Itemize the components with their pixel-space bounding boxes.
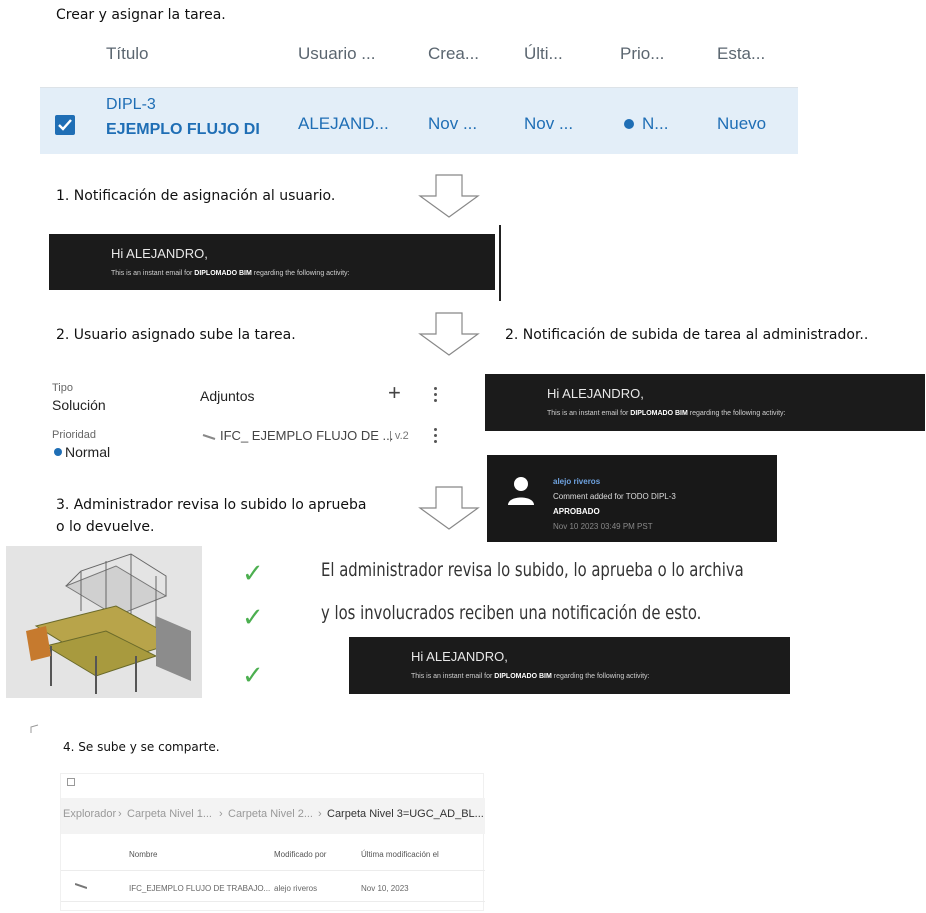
email-body-post: regarding the following activity: xyxy=(687,410,786,417)
attachment-panel: Tipo Solución Prioridad Normal Adjuntos … xyxy=(52,374,442,464)
down-arrow-icon xyxy=(418,486,480,530)
breadcrumb-level2[interactable]: Carpeta Nivel 2... xyxy=(228,808,313,820)
breadcrumb-separator: › xyxy=(118,808,122,820)
file-name[interactable]: IFC_EJEMPLO FLUJO DE TRABAJO... xyxy=(129,884,270,893)
email-notification-assignment: Hi ALEJANDRO, This is an instant email f… xyxy=(49,234,495,290)
email-body: This is an instant email for DIPLOMADO B… xyxy=(547,410,786,417)
divider xyxy=(61,901,485,902)
step4-label: 4. Se sube y se comparte. xyxy=(63,740,220,754)
email-greeting: Hi ALEJANDRO, xyxy=(111,246,208,261)
email-notification-upload: Hi ALEJANDRO, This is an instant email f… xyxy=(485,374,925,431)
add-attachment-button[interactable]: + xyxy=(388,380,401,406)
column-modified-on[interactable]: Última modificación el xyxy=(361,850,439,859)
task-user: ALEJAND... xyxy=(298,114,389,133)
table-row[interactable]: DIPL-3 EJEMPLO FLUJO DI ALEJAND... Nov .… xyxy=(40,88,798,154)
review-line2: y los involucrados reciben una notificac… xyxy=(321,602,702,624)
priority-dot-icon xyxy=(54,448,62,456)
column-priority[interactable]: Prio... xyxy=(620,44,664,64)
column-created[interactable]: Crea... xyxy=(428,44,479,64)
review-line1: El administrador revisa lo subido, lo ap… xyxy=(321,559,744,581)
step3-label-line1: 3. Administrador revisa lo subido lo apr… xyxy=(56,497,367,513)
email-body-pre: This is an instant email for xyxy=(411,673,495,680)
breadcrumb-separator: › xyxy=(219,808,223,820)
email-greeting: Hi ALEJANDRO, xyxy=(411,649,508,664)
down-arrow-icon xyxy=(418,312,480,356)
building-model-icon xyxy=(26,553,191,694)
attachment-file-version: | v.2 xyxy=(389,430,409,442)
priority-dot-icon xyxy=(624,119,634,129)
task-id[interactable]: DIPL-3 xyxy=(106,96,156,114)
column-name[interactable]: Nombre xyxy=(129,850,157,859)
breadcrumb-explorer[interactable]: Explorador xyxy=(63,808,116,820)
email-body-org: DIPLOMADO BIM xyxy=(630,410,688,417)
breadcrumb: Explorador › Carpeta Nivel 1... › Carpet… xyxy=(61,798,485,834)
intro-title: Crear y asignar la tarea. xyxy=(56,7,226,23)
column-status[interactable]: Esta... xyxy=(717,44,765,64)
user-avatar-icon xyxy=(508,477,534,505)
file-options-icon[interactable] xyxy=(434,428,438,446)
row-checkbox[interactable] xyxy=(55,115,75,135)
table-header: Título Usuario ... Crea... Últi... Prio.… xyxy=(40,32,798,88)
model-3d-view xyxy=(6,546,202,698)
email-body: This is an instant email for DIPLOMADO B… xyxy=(411,673,650,680)
task-status: Nuevo xyxy=(717,114,767,133)
email-body-pre: This is an instant email for xyxy=(111,270,195,277)
task-updated: Nov ... xyxy=(524,114,574,133)
step3-label-line2: o lo devuelve. xyxy=(56,519,155,535)
email-notification-review: Hi ALEJANDRO, This is an instant email f… xyxy=(349,637,790,694)
email-body-post: regarding the following activity: xyxy=(251,270,350,277)
breadcrumb-level3[interactable]: Carpeta Nivel 3=UGC_AD_BL... xyxy=(327,808,484,820)
file-modified-on: Nov 10, 2023 xyxy=(361,884,409,893)
column-user[interactable]: Usuario ... xyxy=(298,44,375,64)
email-body-pre: This is an instant email for xyxy=(547,410,631,417)
comment-text: Comment added for TODO DIPL-3 xyxy=(553,492,676,501)
email-greeting: Hi ALEJANDRO, xyxy=(547,386,644,401)
table-row[interactable] xyxy=(61,871,485,901)
priority-value: Normal xyxy=(65,444,111,460)
column-modified-by[interactable]: Modificado por xyxy=(274,850,326,859)
more-options-icon[interactable] xyxy=(434,387,438,405)
divider xyxy=(499,225,501,301)
attachment-file-name[interactable]: IFC_ EJEMPLO FLUJO DE ... xyxy=(220,428,393,443)
task-priority: N... xyxy=(642,114,669,133)
type-value: Solución xyxy=(52,397,106,413)
column-title[interactable]: Título xyxy=(106,44,149,64)
email-body-org: DIPLOMADO BIM xyxy=(194,270,252,277)
breadcrumb-level1[interactable]: Carpeta Nivel 1... xyxy=(127,808,212,820)
comment-card: alejo riveros Comment added for TODO DIP… xyxy=(487,455,777,542)
step2-admin-label: 2. Notificación de subida de tarea al ad… xyxy=(505,327,869,343)
down-arrow-icon xyxy=(418,174,480,218)
attachments-title: Adjuntos xyxy=(200,388,255,404)
breadcrumb-separator: › xyxy=(318,808,322,820)
file-modified-by: alejo riveros xyxy=(274,884,318,893)
check-icon: ✓ xyxy=(242,660,264,690)
column-updated[interactable]: Últi... xyxy=(524,44,563,64)
step2-user-label: 2. Usuario asignado sube la tarea. xyxy=(56,327,296,343)
select-all-checkbox[interactable] xyxy=(67,778,75,786)
comment-date: Nov 10 2023 03:49 PM PST xyxy=(553,522,653,531)
task-table: Título Usuario ... Crea... Últi... Prio.… xyxy=(40,32,798,154)
step1-label: 1. Notificación de asignación al usuario… xyxy=(56,188,336,204)
email-body: This is an instant email for DIPLOMADO B… xyxy=(111,270,350,277)
check-icon: ✓ xyxy=(242,558,264,588)
task-name[interactable]: EJEMPLO FLUJO DI xyxy=(106,121,260,139)
checkmark-icon xyxy=(58,119,72,131)
task-created: Nov ... xyxy=(428,114,478,133)
file-icon xyxy=(75,883,87,889)
email-body-post: regarding the following activity: xyxy=(551,673,650,680)
email-body-org: DIPLOMADO BIM xyxy=(494,673,552,680)
file-explorer: Explorador › Carpeta Nivel 1... › Carpet… xyxy=(60,773,485,911)
check-icon: ✓ xyxy=(242,602,264,632)
attachment-file-icon xyxy=(202,434,216,440)
comment-author[interactable]: alejo riveros xyxy=(553,477,600,486)
corner-mark-icon xyxy=(30,724,39,733)
type-label: Tipo xyxy=(52,382,73,394)
priority-label: Prioridad xyxy=(52,429,97,441)
comment-status: APROBADO xyxy=(553,507,600,516)
